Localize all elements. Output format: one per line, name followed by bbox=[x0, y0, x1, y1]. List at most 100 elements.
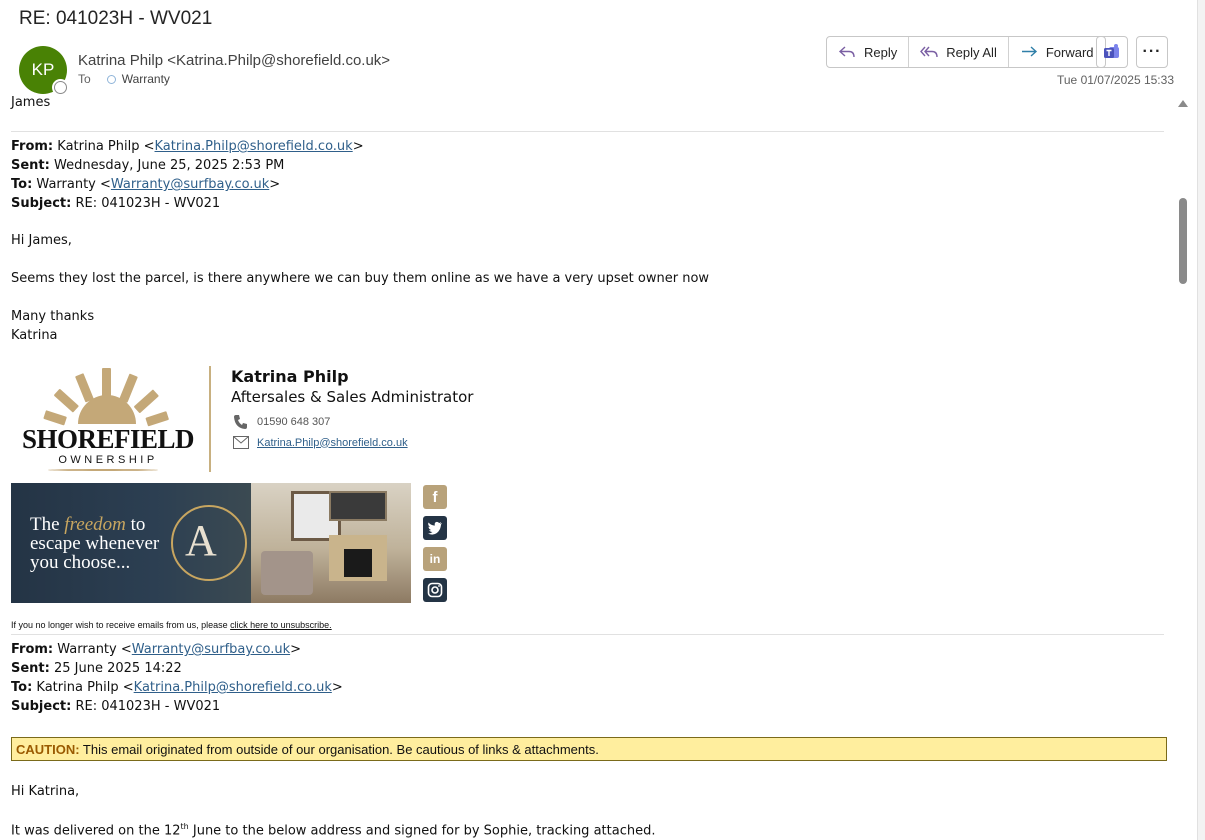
linkedin-icon[interactable]: in bbox=[423, 547, 447, 571]
caution-banner: CAUTION: This email originated from outs… bbox=[11, 737, 1167, 761]
forward-button[interactable]: Forward bbox=[1009, 37, 1105, 67]
subject-label: Subject: bbox=[11, 699, 72, 714]
message1-text: Seems they lost the parcel, is there any… bbox=[11, 271, 710, 286]
from-name: Katrina Philp < bbox=[57, 139, 155, 154]
recipient-presence-icon bbox=[106, 74, 116, 84]
promo-banner[interactable]: A The freedom to escape whenever you cho… bbox=[11, 483, 411, 603]
from-name: Warranty < bbox=[57, 642, 132, 657]
banner-text-1b: freedom bbox=[64, 514, 126, 535]
signature-email-link[interactable]: Katrina.Philp@shorefield.co.uk bbox=[257, 437, 408, 449]
signature-phone: 01590 648 307 bbox=[257, 416, 331, 428]
forward2-sent: Sent: 25 June 2025 14:22 bbox=[11, 661, 182, 676]
sent-value: 25 June 2025 14:22 bbox=[54, 661, 182, 676]
mail-icon bbox=[233, 436, 249, 449]
unsubscribe-line: If you no longer wish to receive emails … bbox=[11, 620, 332, 630]
to-name: Katrina Philp < bbox=[36, 680, 134, 695]
recipients-line: To Warranty bbox=[78, 72, 170, 86]
message2-text-a: It was delivered on the 12 bbox=[11, 823, 181, 839]
to-name: Warranty < bbox=[36, 177, 111, 192]
ordinal-suffix: th bbox=[180, 822, 189, 831]
subject-value: RE: 041023H - WV021 bbox=[75, 196, 221, 211]
to-label: To: bbox=[11, 680, 33, 695]
instagram-camera-glyph bbox=[427, 582, 443, 598]
sent-label: Sent: bbox=[11, 158, 50, 173]
facebook-icon[interactable]: f bbox=[423, 485, 447, 509]
email-subject: RE: 041023H - WV021 bbox=[19, 8, 213, 29]
reply-all-label: Reply All bbox=[946, 44, 997, 60]
reply-all-button[interactable]: Reply All bbox=[909, 37, 1009, 67]
banner-ac-letters: A bbox=[185, 516, 217, 565]
reply-all-icon bbox=[920, 46, 938, 58]
forward-icon bbox=[1021, 46, 1037, 57]
more-icon: ··· bbox=[1142, 43, 1162, 60]
from-label: From: bbox=[11, 139, 54, 154]
from-close: > bbox=[352, 139, 364, 154]
signature-name: Katrina Philp bbox=[231, 367, 349, 386]
forward2-to: To: Katrina Philp <Katrina.Philp@shorefi… bbox=[11, 680, 343, 695]
forward1-subject: Subject: RE: 041023H - WV021 bbox=[11, 196, 220, 211]
banner-armchair bbox=[261, 551, 313, 595]
divider bbox=[11, 634, 1164, 635]
logo-swoosh bbox=[48, 469, 158, 471]
reply-icon bbox=[838, 46, 855, 58]
divider bbox=[11, 131, 1164, 132]
from-label: From: bbox=[11, 642, 54, 657]
reply-button[interactable]: Reply bbox=[827, 37, 910, 67]
from-email-link[interactable]: Warranty@surfbay.co.uk bbox=[132, 642, 290, 657]
message1-closing: Many thanks bbox=[11, 309, 95, 324]
signature-email-row: Katrina.Philp@shorefield.co.uk bbox=[233, 436, 408, 449]
caution-text: This email originated from outside of ou… bbox=[79, 742, 599, 757]
signature-phone-row: 01590 648 307 bbox=[233, 414, 330, 430]
banner-text-2: escape whenever bbox=[30, 533, 160, 554]
scroll-thumb[interactable] bbox=[1179, 198, 1187, 284]
unsubscribe-text: If you no longer wish to receive emails … bbox=[11, 620, 231, 630]
avatar-initials: KP bbox=[31, 60, 55, 79]
caution-label: CAUTION: bbox=[16, 742, 80, 757]
from-close: > bbox=[290, 642, 302, 657]
message2-text: It was delivered on the 12th June to the… bbox=[11, 822, 655, 838]
message2-text-b: June to the below address and signed for… bbox=[188, 823, 656, 839]
sent-value: Wednesday, June 25, 2025 2:53 PM bbox=[54, 158, 285, 173]
to-email-link[interactable]: Warranty@surfbay.co.uk bbox=[111, 177, 269, 192]
window-edge bbox=[1197, 0, 1205, 840]
logo-subtitle: OWNERSHIP bbox=[58, 454, 158, 466]
instagram-icon[interactable] bbox=[423, 578, 447, 602]
subject-value: RE: 041023H - WV021 bbox=[75, 699, 221, 714]
banner-text-1a: The bbox=[30, 514, 65, 535]
scroll-up-arrow-icon[interactable] bbox=[1178, 100, 1188, 107]
presence-status-icon bbox=[54, 81, 67, 94]
message1-name: Katrina bbox=[11, 328, 58, 343]
more-button[interactable]: ··· bbox=[1136, 36, 1168, 68]
to-label: To: bbox=[11, 177, 33, 192]
logo-wordmark: SHOREFIELD bbox=[21, 424, 195, 454]
greeting-line: James bbox=[11, 95, 51, 110]
shorefield-logo: SHOREFIELD OWNERSHIP bbox=[18, 366, 198, 476]
banner-text-3: you choose... bbox=[30, 552, 131, 573]
forward1-from: From: Katrina Philp <Katrina.Philp@shore… bbox=[11, 139, 364, 154]
vertical-scrollbar[interactable] bbox=[1173, 94, 1191, 840]
subject-label: Subject: bbox=[11, 196, 72, 211]
to-email-link[interactable]: Katrina.Philp@shorefield.co.uk bbox=[134, 680, 332, 695]
forward1-to: To: Warranty <Warranty@surfbay.co.uk> bbox=[11, 177, 280, 192]
to-close: > bbox=[331, 680, 343, 695]
twitter-icon[interactable] bbox=[423, 516, 447, 540]
teams-icon bbox=[1104, 44, 1119, 58]
banner-ac-logo: A bbox=[171, 505, 247, 581]
message2-greeting: Hi Katrina, bbox=[11, 784, 80, 799]
signature-title: Aftersales & Sales Administrator bbox=[231, 388, 474, 406]
from-email-link[interactable]: Katrina.Philp@shorefield.co.uk bbox=[155, 139, 353, 154]
teams-button[interactable] bbox=[1096, 36, 1128, 68]
banner-tagline: The freedom to escape whenever you choos… bbox=[30, 515, 159, 572]
received-date: Tue 01/07/2025 15:33 bbox=[1057, 73, 1174, 87]
recipient-name[interactable]: Warranty bbox=[122, 72, 170, 86]
unsubscribe-link[interactable]: click here to unsubscribe. bbox=[230, 620, 332, 630]
phone-icon bbox=[234, 415, 247, 429]
forward-label: Forward bbox=[1045, 44, 1094, 60]
sender-name[interactable]: Katrina Philp <Katrina.Philp@shorefield.… bbox=[78, 52, 390, 69]
forward2-subject: Subject: RE: 041023H - WV021 bbox=[11, 699, 220, 714]
twitter-bird-glyph bbox=[427, 521, 442, 535]
message-actions: Reply Reply All Forward bbox=[826, 36, 1106, 68]
reply-label: Reply bbox=[864, 44, 898, 60]
forward1-sent: Sent: Wednesday, June 25, 2025 2:53 PM bbox=[11, 158, 284, 173]
banner-fire bbox=[344, 549, 372, 577]
